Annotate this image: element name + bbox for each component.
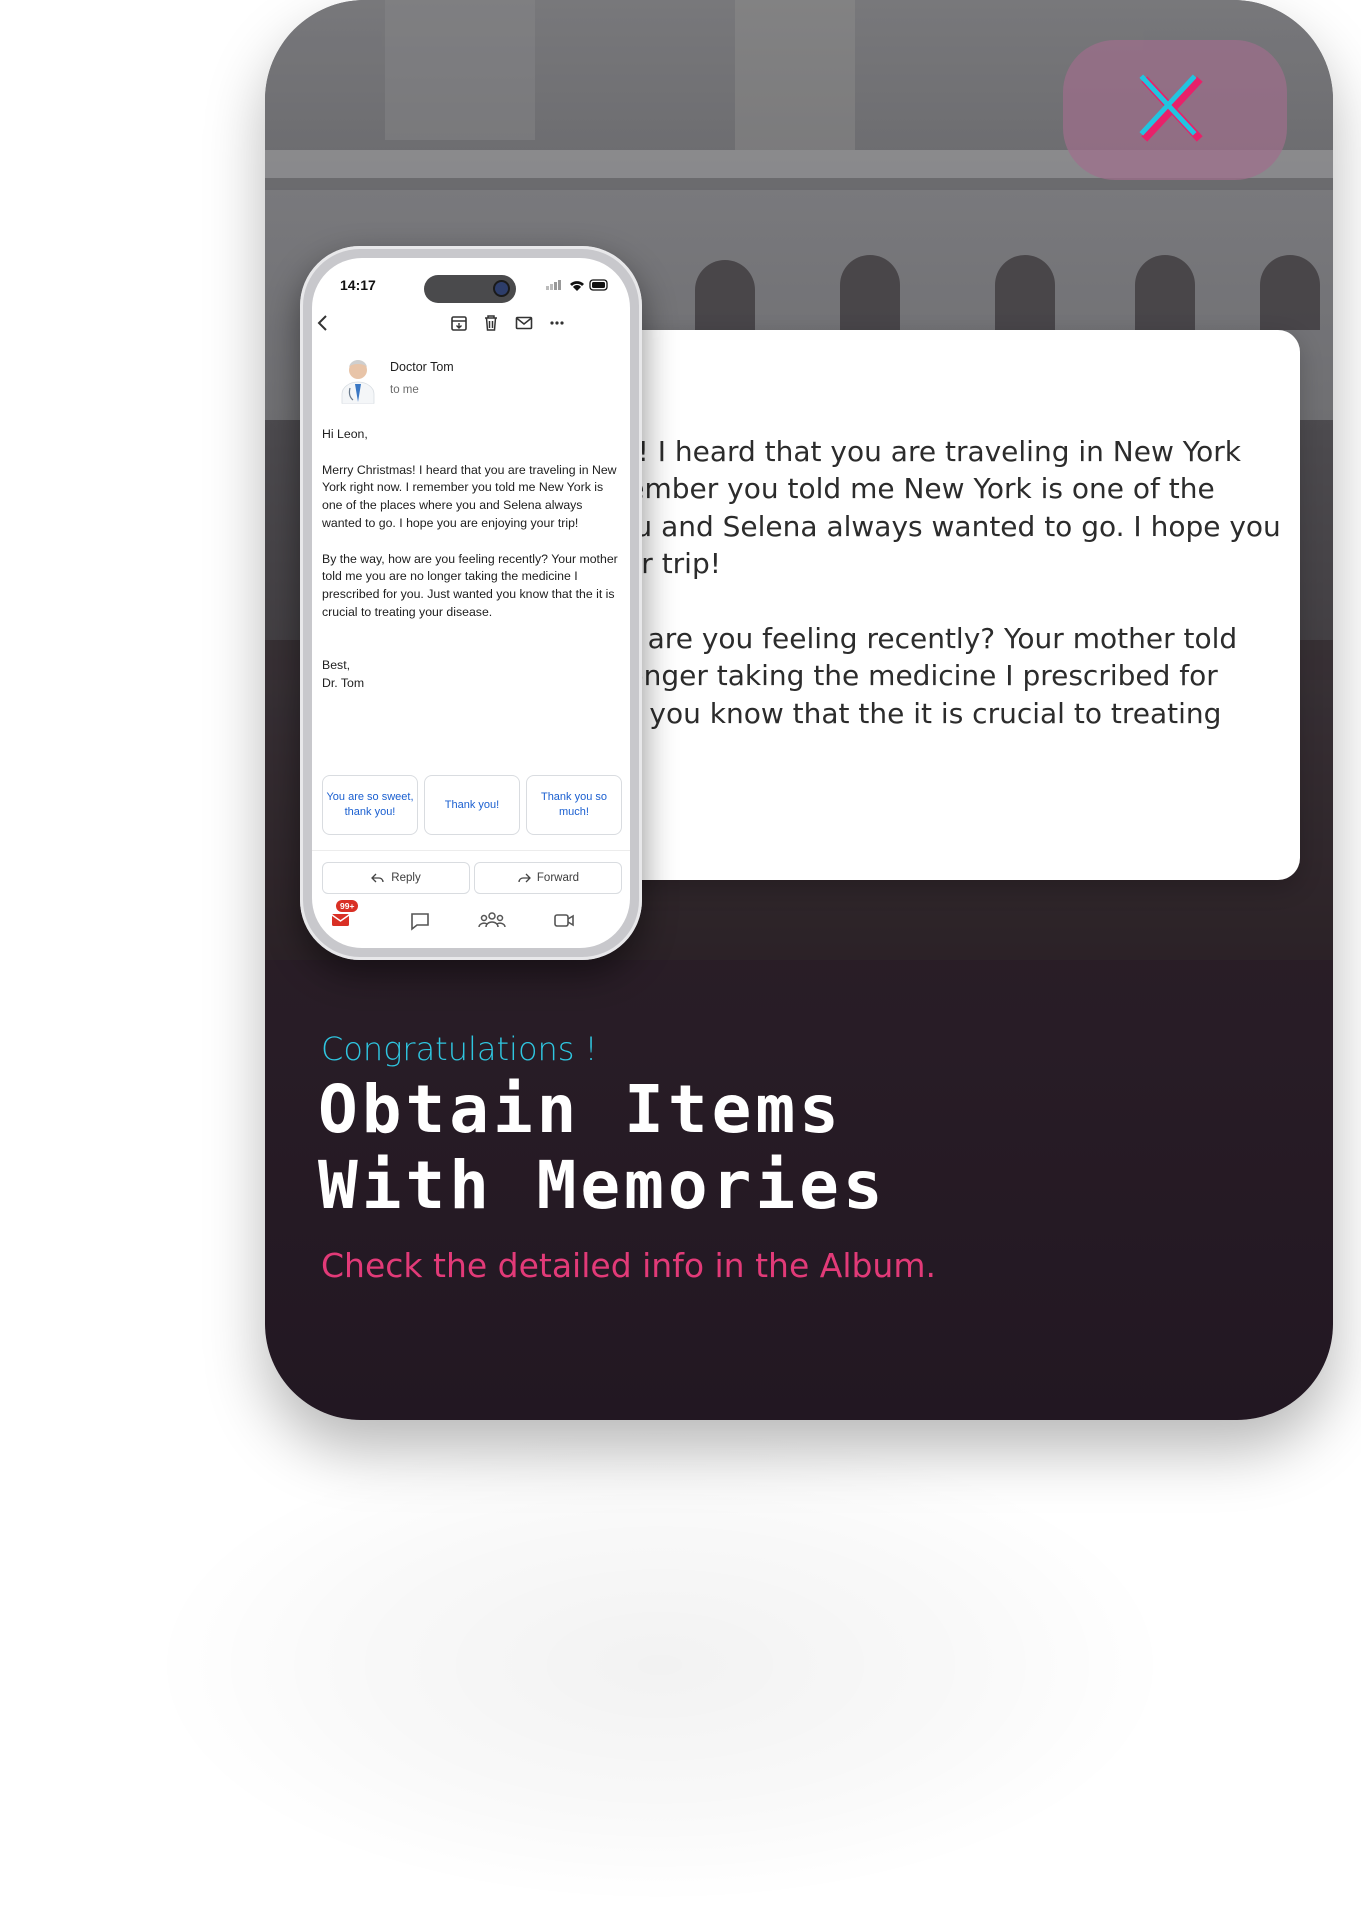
mail-icon[interactable] [511, 310, 537, 336]
more-icon[interactable] [544, 310, 570, 336]
delete-icon[interactable] [478, 310, 504, 336]
nav-mail[interactable]: 99+ [324, 900, 364, 938]
reply-button[interactable]: Reply [322, 862, 470, 894]
status-time: 14:17 [340, 277, 376, 293]
smart-reply-chip[interactable]: Thank you so much! [526, 775, 622, 835]
email-paragraph: Hi Leon, [322, 427, 368, 441]
email-closing: Best, [322, 657, 351, 672]
bottom-navigation: 99+ [312, 900, 630, 948]
reward-title-line: Obtain Items [318, 1071, 843, 1148]
sender-name: Doctor Tom [390, 360, 454, 374]
email-signature: Dr. Tom [322, 675, 365, 690]
email-paragraph: Merry Christmas! I heard that you are tr… [322, 462, 617, 530]
archive-icon[interactable] [446, 310, 472, 336]
status-icons [546, 279, 608, 291]
meet-icon[interactable] [544, 904, 584, 938]
spaces-icon[interactable] [472, 904, 512, 938]
email-toolbar [312, 310, 630, 342]
close-button[interactable] [1063, 40, 1287, 180]
unread-badge: 99+ [336, 900, 359, 912]
smart-reply-chip[interactable]: You are so sweet, thank you! [322, 775, 418, 835]
congratulations-label: Congratulations ! [321, 1030, 598, 1068]
close-icon [1139, 74, 1203, 142]
forward-icon [518, 873, 531, 883]
forward-button[interactable]: Forward [474, 862, 622, 894]
back-icon[interactable] [312, 310, 336, 336]
chat-icon[interactable] [400, 904, 440, 938]
smart-reply-chip[interactable]: Thank you! [424, 775, 520, 835]
reply-icon [371, 873, 384, 883]
smart-replies: You are so sweet, thank you! Thank you! … [322, 775, 622, 837]
dynamic-island [424, 275, 516, 303]
email-body: Hi Leon, Merry Christmas! I heard that y… [322, 426, 622, 692]
divider [312, 850, 630, 851]
reward-title-line: With Memories [318, 1147, 887, 1224]
reward-title: Obtain Items With Memories [318, 1072, 1078, 1224]
sender-header: Doctor Tom to me [336, 354, 616, 406]
card-shadow [160, 1430, 1160, 1900]
album-hint: Check the detailed info in the Album. [321, 1246, 936, 1285]
camera-icon [495, 282, 508, 295]
email-paragraph: By the way, how are you feeling recently… [322, 551, 618, 619]
recipient-label: to me [390, 384, 419, 396]
phone-screen: 14:17 Doctor Tom to me Hi Leon, Merry Ch… [312, 258, 630, 948]
reply-label: Reply [391, 872, 421, 884]
avatar [336, 354, 380, 404]
phone-mockup: 14:17 Doctor Tom to me Hi Leon, Merry Ch… [300, 246, 642, 960]
forward-label: Forward [536, 872, 580, 884]
